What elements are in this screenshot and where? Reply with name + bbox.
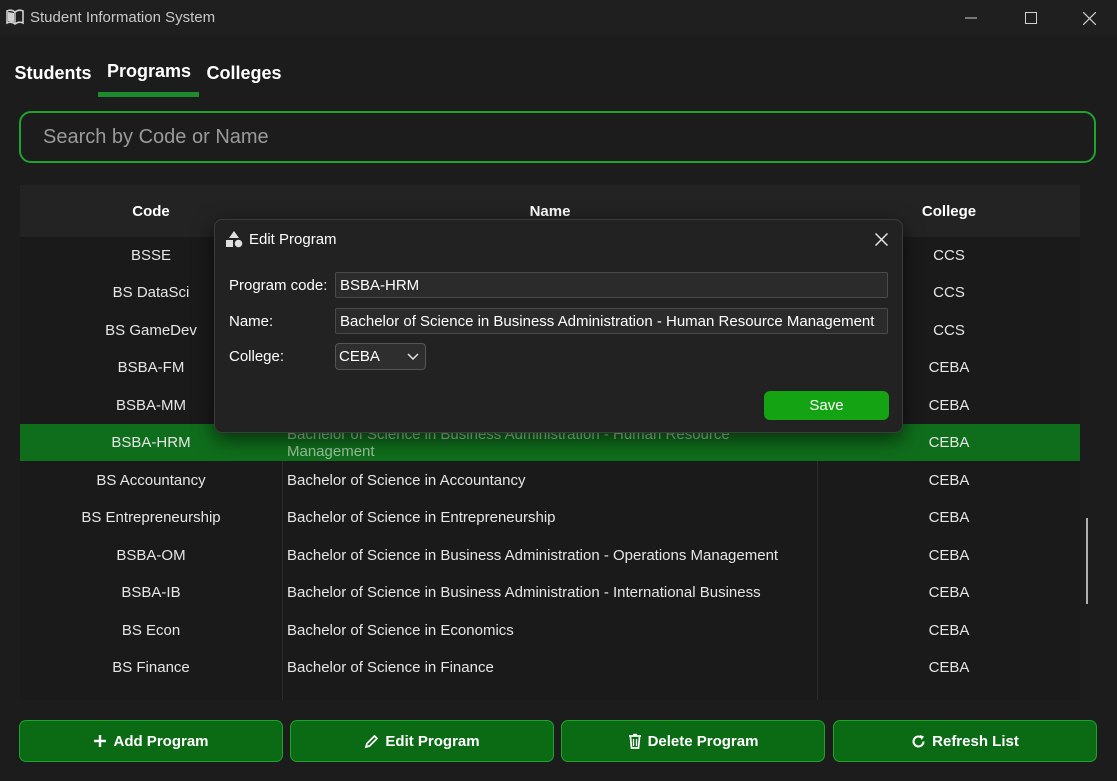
- college-label: College:: [229, 348, 285, 365]
- cell-college: CEBA: [928, 472, 970, 489]
- maximize-button[interactable]: [1008, 0, 1054, 36]
- chevron-down-icon: [407, 353, 419, 361]
- refresh-list-button[interactable]: Refresh List: [833, 720, 1097, 762]
- tab-students[interactable]: Students: [14, 50, 92, 96]
- dialog-close-button[interactable]: [871, 229, 891, 249]
- tab-colleges[interactable]: Colleges: [204, 50, 284, 96]
- cell-college: CEBA: [928, 622, 970, 639]
- add-program-button[interactable]: Add Program: [19, 720, 283, 762]
- program-code-label: Program code:: [229, 277, 328, 294]
- table-row[interactable]: BS Accountancy Bachelor of Science in Ac…: [20, 462, 1080, 499]
- edit-program-button[interactable]: Edit Program: [290, 720, 554, 762]
- cell-name: Bachelor of Science in Business Administ…: [287, 547, 779, 564]
- close-icon: [874, 232, 888, 246]
- table-scrollbar[interactable]: [1086, 518, 1088, 604]
- minimize-icon: [965, 17, 977, 19]
- edit-program-dialog: Edit Program Program code: Name: College…: [214, 219, 903, 433]
- name-label: Name:: [229, 313, 274, 330]
- cell-code: BS Econ: [121, 622, 181, 639]
- dialog-title: Edit Program: [249, 231, 337, 248]
- delete-program-label: Delete Program: [647, 732, 759, 750]
- delete-program-button[interactable]: Delete Program: [561, 720, 825, 762]
- save-button[interactable]: Save: [764, 391, 889, 420]
- close-icon: [1082, 11, 1096, 25]
- close-window-button[interactable]: [1066, 0, 1112, 36]
- search-box: [19, 111, 1096, 163]
- cell-code: BS Accountancy: [96, 472, 206, 489]
- cell-code: BS Finance: [112, 659, 190, 676]
- pencil-icon: [365, 734, 379, 748]
- cell-college: CEBA: [928, 659, 970, 676]
- minimize-button[interactable]: [948, 0, 994, 36]
- shapes-icon: [225, 230, 243, 248]
- program-code-field[interactable]: [335, 272, 888, 298]
- cell-college: CEBA: [928, 509, 970, 526]
- table-row[interactable]: BSBA-IB Bachelor of Science in Business …: [20, 574, 1080, 611]
- book-icon: [6, 9, 24, 25]
- dialog-title-bar: Edit Program: [215, 220, 902, 258]
- cell-code: BSBA-IB: [121, 584, 181, 601]
- college-select-value: CEBA: [339, 348, 380, 365]
- maximize-icon: [1025, 12, 1037, 24]
- window-title: Student Information System: [30, 9, 216, 26]
- table-row[interactable]: BS Entrepreneurship Bachelor of Science …: [20, 499, 1080, 536]
- cell-code: BSBA-OM: [116, 547, 186, 564]
- tab-programs[interactable]: Programs: [98, 48, 200, 94]
- cell-name: Bachelor of Science in Business Administ…: [287, 584, 761, 601]
- refresh-icon: [912, 734, 925, 747]
- trash-icon: [628, 733, 641, 749]
- edit-program-label: Edit Program: [385, 732, 480, 750]
- cell-name: Bachelor of Science in Entrepreneurship: [287, 509, 556, 526]
- tab-bar: Students Programs Colleges: [0, 50, 400, 98]
- table-row[interactable]: BSBA-OM Bachelor of Science in Business …: [20, 537, 1080, 574]
- table-row[interactable]: BS Finance Bachelor of Science in Financ…: [20, 649, 1080, 686]
- cell-name: Bachelor of Science in Finance: [287, 659, 494, 676]
- table-row[interactable]: BS Econ Bachelor of Science in Economics…: [20, 612, 1080, 649]
- cell-code: BS Entrepreneurship: [81, 509, 221, 526]
- plus-icon: [94, 735, 107, 747]
- program-name-field[interactable]: [335, 308, 888, 334]
- title-bar: Student Information System: [0, 0, 1117, 36]
- refresh-list-label: Refresh List: [932, 732, 1019, 750]
- active-tab-indicator: [98, 92, 199, 97]
- cell-college: CEBA: [928, 547, 970, 564]
- add-program-label: Add Program: [113, 732, 209, 750]
- cell-college: CEBA: [928, 584, 970, 601]
- search-input[interactable]: [21, 113, 1094, 161]
- cell-name: Bachelor of Science in Economics: [287, 622, 514, 639]
- cell-name: Bachelor of Science in Accountancy: [287, 472, 526, 489]
- college-select[interactable]: CEBA: [335, 343, 426, 370]
